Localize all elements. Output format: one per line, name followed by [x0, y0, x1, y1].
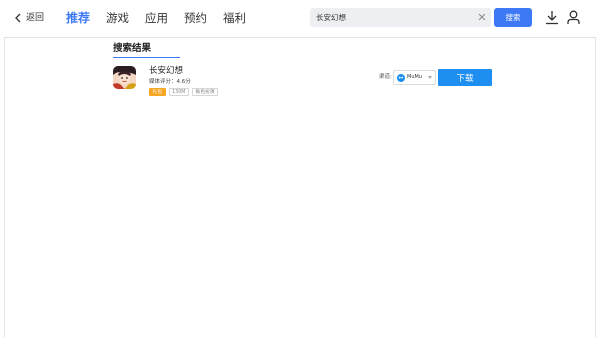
- close-icon[interactable]: [478, 13, 486, 21]
- chevron-left-icon: [15, 13, 21, 23]
- tag-genre: 角色扮演: [191, 88, 219, 96]
- mumu-logo-icon: [397, 73, 405, 82]
- section-underline: [113, 57, 180, 58]
- channel-select[interactable]: MuMu: [393, 70, 436, 85]
- search-button[interactable]: 搜索: [494, 8, 532, 27]
- top-bar: 返回 推荐 游戏 应用 预约 福利 搜索: [0, 0, 600, 36]
- search-input[interactable]: [310, 8, 470, 27]
- nav-tab-apps[interactable]: 应用: [145, 10, 168, 26]
- download-button[interactable]: 下载: [438, 69, 492, 86]
- nav-tab-games[interactable]: 游戏: [106, 10, 129, 26]
- channel-name: MuMu: [407, 74, 422, 80]
- back-label: 返回: [26, 13, 45, 23]
- section-title: 搜索结果: [113, 43, 152, 54]
- nav-tab-welfare[interactable]: 福利: [223, 10, 246, 26]
- game-tags: 礼包 130M 角色扮演: [149, 88, 221, 96]
- nav-tab-recommend[interactable]: 推荐: [66, 10, 90, 26]
- nav-tab-reserve[interactable]: 预约: [184, 10, 207, 26]
- game-name[interactable]: 长安幻想: [149, 66, 183, 77]
- channel-label: 渠道:: [379, 74, 392, 80]
- download-icon[interactable]: [545, 10, 559, 25]
- search-box: [310, 8, 491, 27]
- back-button[interactable]: 返回: [14, 11, 44, 25]
- results-panel: 搜索结果 长安幻想 媒体评分：4.6分 礼包 130M 角色扮演 渠道: MuM…: [4, 37, 596, 337]
- tag-size: 130M: [168, 88, 189, 96]
- user-icon[interactable]: [567, 10, 580, 25]
- game-app-icon[interactable]: [113, 66, 136, 89]
- chevron-down-icon: [428, 76, 432, 79]
- game-rating: 媒体评分：4.6分: [149, 79, 191, 85]
- tag-gift: 礼包: [149, 88, 166, 96]
- main-nav: 推荐 游戏 应用 预约 福利: [66, 10, 262, 26]
- result-item: 长安幻想 媒体评分：4.6分 礼包 130M 角色扮演: [113, 66, 493, 98]
